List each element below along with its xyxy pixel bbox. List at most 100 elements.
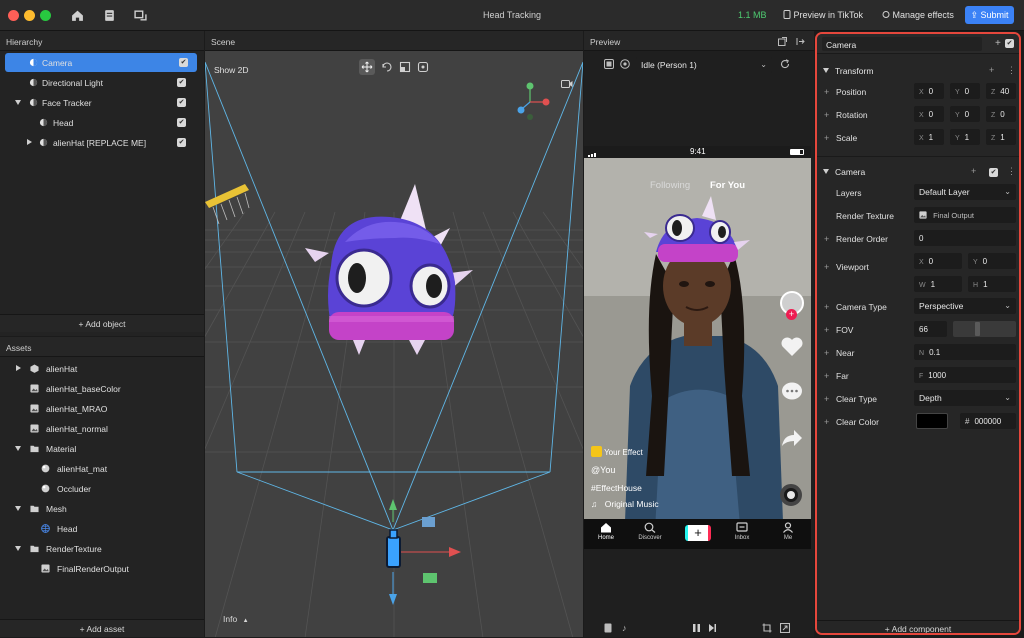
transform-section-header[interactable]: Transform + ⋮ — [817, 62, 1019, 80]
popout-icon[interactable] — [778, 37, 787, 46]
scene-viewport[interactable] — [205, 52, 583, 637]
submit-button[interactable]: ⇪ Submit — [965, 6, 1014, 24]
chevron-right-icon[interactable] — [27, 139, 32, 145]
add-keyframe-icon[interactable]: + — [824, 325, 829, 335]
follow-plus-icon[interactable]: + — [786, 309, 797, 320]
nav-inbox[interactable]: Inbox — [731, 522, 753, 541]
position-z-field[interactable]: Z 40 — [986, 83, 1016, 99]
music-disc-icon[interactable] — [780, 484, 802, 506]
chevron-down-icon[interactable] — [15, 100, 21, 105]
add-keyframe-icon[interactable]: + — [824, 133, 829, 143]
camera-icon[interactable] — [561, 79, 573, 89]
hierarchy-item-directional-light[interactable]: Directional Light ✔ — [0, 73, 200, 92]
hierarchy-item-camera[interactable]: Camera ✔ — [5, 53, 197, 72]
add-keyframe-icon[interactable]: + — [824, 417, 829, 427]
add-keyframe-icon[interactable]: + — [824, 394, 829, 404]
camera-enabled-checkbox[interactable]: ✔ — [989, 168, 998, 177]
chevron-down-icon[interactable] — [15, 506, 21, 511]
step-forward-icon[interactable] — [708, 623, 717, 633]
visibility-checkbox[interactable]: ✔ — [179, 58, 188, 67]
scene-panel[interactable]: Scene Show 2D Info ▲ — [205, 31, 583, 637]
fov-slider-handle[interactable] — [975, 322, 980, 336]
more-icon[interactable]: ⋮ — [1007, 166, 1016, 177]
scale-x-field[interactable]: X1 — [914, 129, 944, 145]
exit-icon[interactable] — [796, 37, 805, 46]
comment-icon[interactable] — [780, 381, 804, 403]
tiktok-logo-icon[interactable]: ♪ — [622, 623, 627, 633]
add-object-button[interactable]: + Add object — [0, 314, 204, 332]
animation-select[interactable]: Idle (Person 1) ⌄ — [636, 57, 772, 73]
hashtag[interactable]: #EffectHouse — [591, 483, 642, 493]
chevron-down-icon[interactable] — [823, 169, 829, 174]
add-keyframe-icon[interactable]: + — [824, 302, 829, 312]
asset-item-alienhat-normal[interactable]: alienHat_normal — [0, 418, 204, 438]
camera-type-select[interactable]: Perspective ⌄ — [914, 298, 1016, 314]
add-keyframe-icon[interactable]: + — [824, 348, 829, 358]
hierarchy-item-alienhat[interactable]: alienHat [REPLACE ME] ✔ — [0, 133, 200, 152]
asset-item-finalrenderoutput[interactable]: FinalRenderOutput — [0, 558, 204, 578]
fullscreen-icon[interactable] — [780, 623, 790, 633]
add-icon[interactable]: + — [995, 38, 1001, 49]
phone-preview[interactable]: 9:41 Following For You + Your Effect @Yo… — [584, 146, 811, 549]
rotation-y-field[interactable]: Y0 — [950, 106, 980, 122]
show-2d-toggle[interactable]: Show 2D — [214, 65, 249, 75]
scale-y-field[interactable]: Y1 — [950, 129, 980, 145]
position-x-field[interactable]: X0 — [914, 83, 944, 99]
add-keyframe-icon[interactable]: + — [824, 234, 829, 244]
animation-icon[interactable] — [620, 59, 630, 69]
crop-icon[interactable] — [762, 623, 772, 633]
clear-color-swatch[interactable] — [916, 413, 948, 429]
chevron-down-icon[interactable] — [15, 446, 21, 451]
asset-item-occluder[interactable]: Occluder — [0, 478, 204, 498]
visibility-checkbox[interactable]: ✔ — [177, 98, 186, 107]
rotation-z-field[interactable]: Z0 — [986, 106, 1016, 122]
visibility-checkbox[interactable]: ✔ — [177, 118, 186, 127]
near-field[interactable]: N 0.1 — [914, 344, 1016, 360]
directional-light-gizmo[interactable] — [205, 184, 250, 225]
object-name-field[interactable]: Camera — [822, 37, 982, 51]
device-icon[interactable] — [604, 623, 612, 633]
scale-z-field[interactable]: Z1 — [986, 129, 1016, 145]
asset-item-alienhat-mat[interactable]: alienHat_mat — [0, 458, 204, 478]
chevron-down-icon[interactable] — [15, 546, 21, 551]
far-field[interactable]: F 1000 — [914, 367, 1016, 383]
chevron-right-icon[interactable] — [16, 365, 21, 371]
visibility-checkbox[interactable]: ✔ — [177, 78, 186, 87]
visibility-checkbox[interactable]: ✔ — [177, 138, 186, 147]
render-order-field[interactable]: 0 — [914, 230, 1016, 246]
your-effect-chip[interactable]: Your Effect — [591, 446, 643, 459]
nav-discover[interactable]: Discover — [636, 522, 664, 541]
refresh-icon[interactable] — [780, 59, 790, 69]
asset-item-alienhat-mrao[interactable]: alienHat_MRAO — [0, 398, 204, 418]
hierarchy-item-face-tracker[interactable]: Face Tracker ✔ — [0, 93, 200, 112]
clear-color-hex-field[interactable]: #000000 — [960, 413, 1016, 429]
asset-item-alienhat-basecolor[interactable]: alienHat_baseColor — [0, 378, 204, 398]
render-texture-field[interactable]: Final Output — [914, 207, 1016, 223]
add-icon[interactable]: + — [971, 166, 976, 176]
camera-section-header[interactable]: Camera + ✔ ⋮ — [817, 163, 1019, 181]
info-toggle[interactable]: Info ▲ — [223, 614, 249, 624]
position-y-field[interactable]: Y0 — [950, 83, 980, 99]
preview-in-tiktok-button[interactable]: Preview in TikTok — [783, 10, 863, 20]
tab-for-you[interactable]: For You — [710, 180, 745, 191]
pause-icon[interactable] — [692, 623, 701, 633]
add-icon[interactable]: + — [989, 65, 994, 75]
add-keyframe-icon[interactable]: + — [824, 87, 829, 97]
camera-gizmo[interactable] — [386, 499, 461, 605]
chevron-down-icon[interactable] — [823, 68, 829, 73]
asset-folder-rendertexture[interactable]: RenderTexture — [0, 538, 204, 558]
add-keyframe-icon[interactable]: + — [824, 110, 829, 120]
hierarchy-item-head[interactable]: Head ✔ — [0, 113, 200, 132]
create-button[interactable]: + — [685, 525, 711, 541]
tab-following[interactable]: Following — [650, 180, 690, 191]
object-enabled-checkbox[interactable]: ✔ — [1005, 39, 1014, 48]
username[interactable]: @You — [591, 465, 615, 475]
fov-slider[interactable] — [953, 321, 1016, 337]
rotate-icon[interactable] — [381, 61, 393, 73]
add-keyframe-icon[interactable]: + — [824, 371, 829, 381]
alien-hat-model[interactable] — [305, 184, 473, 355]
more-icon[interactable]: ⋮ — [1007, 65, 1016, 76]
orientation-gizmo[interactable] — [517, 82, 550, 121]
manage-effects-button[interactable]: Manage effects — [882, 10, 954, 20]
asset-folder-material[interactable]: Material — [0, 438, 204, 458]
